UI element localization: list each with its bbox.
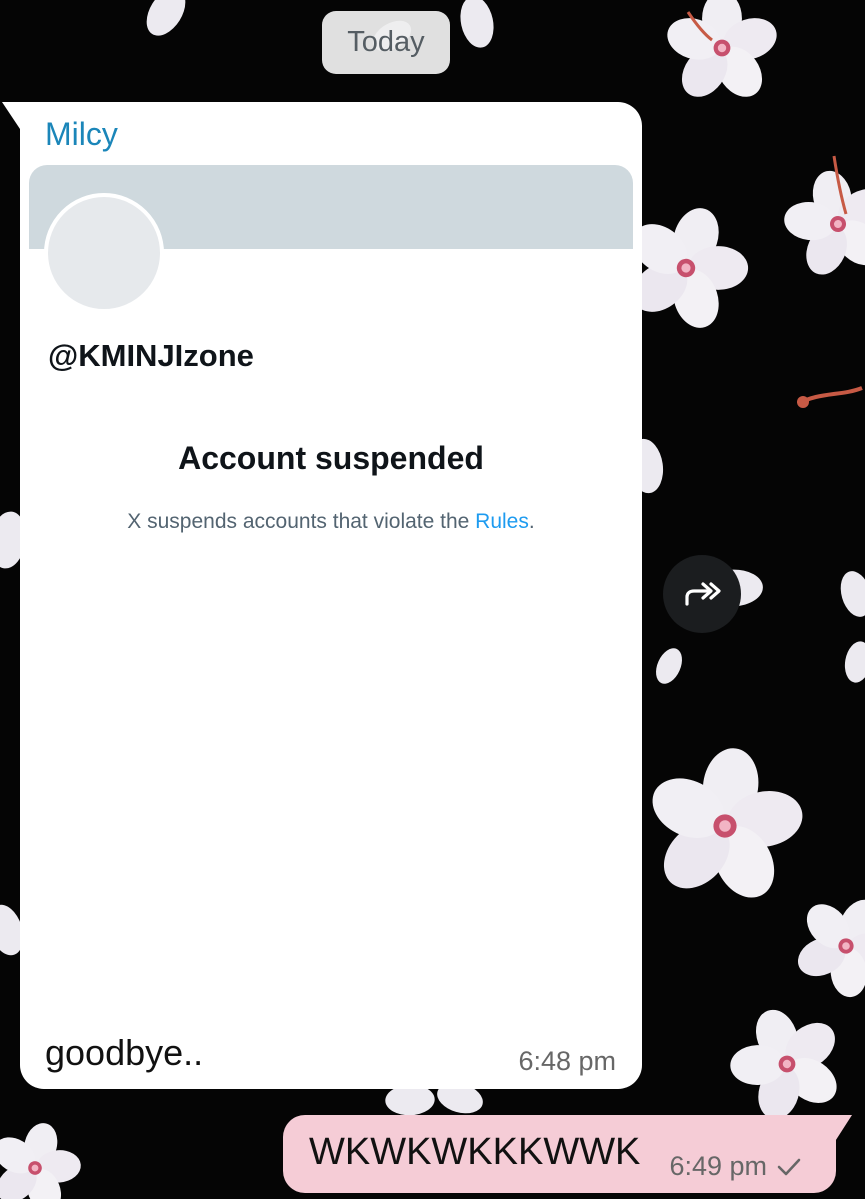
- sender-name[interactable]: Milcy: [45, 116, 118, 153]
- outgoing-message-time: 6:49 pm: [669, 1151, 767, 1181]
- suspended-description: X suspends accounts that violate the Rul…: [20, 510, 642, 534]
- profile-avatar: [44, 193, 164, 313]
- message-caption: goodbye..: [45, 1032, 204, 1073]
- suspended-description-prefix: X suspends accounts that violate the: [127, 510, 476, 533]
- single-check-icon: [777, 1158, 801, 1175]
- incoming-bubble-tail: [2, 102, 22, 132]
- date-separator: Today: [322, 11, 450, 74]
- outgoing-bubble-tail: [834, 1115, 852, 1143]
- forward-button[interactable]: [663, 555, 741, 633]
- outgoing-message-text: WKWKWKKKWWK: [309, 1131, 641, 1173]
- forward-icon: [685, 582, 721, 606]
- incoming-message-time: 6:48 pm: [518, 1046, 616, 1076]
- incoming-message-bubble[interactable]: Milcy @KMINJIzone Account suspended X su…: [2, 102, 642, 1089]
- outgoing-message-bubble[interactable]: WKWKWKKKWWK 6:49 pm: [283, 1115, 852, 1193]
- suspended-description-suffix: .: [528, 510, 535, 533]
- suspended-title: Account suspended: [178, 440, 484, 476]
- outgoing-message-meta: 6:49 pm: [669, 1151, 802, 1182]
- date-separator-label: Today: [347, 26, 425, 58]
- rules-link[interactable]: Rules: [475, 510, 529, 533]
- profile-handle: @KMINJIzone: [48, 338, 254, 373]
